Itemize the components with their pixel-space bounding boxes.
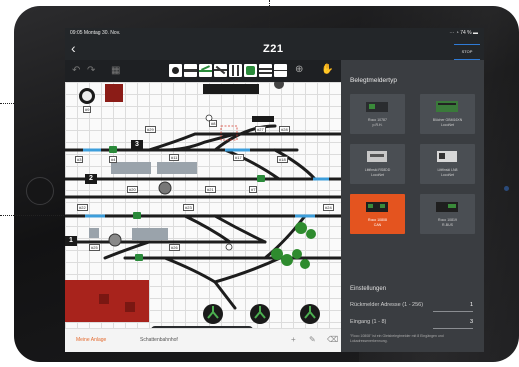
edit-pencil-icon[interactable]: ✎ (309, 335, 316, 344)
decoder-name: Roco 10808 CAN (368, 218, 387, 227)
undo-icon[interactable]: ↶ (72, 65, 80, 76)
decoder-name: Littfinski LN8 LocoNet (437, 168, 458, 177)
settings-title: Einstellungen (350, 286, 387, 292)
decoder-module-icon (436, 101, 458, 112)
decoder-name: Blücher GBM16XN LocoNet (432, 118, 463, 127)
address-underline (433, 311, 473, 312)
block-label: #17 (233, 154, 244, 161)
camera-dot (504, 186, 509, 191)
screen: 09:05 Montag 30. Nov. ⋯ ◔ 74 % ▬ ‹ Z21 S… (65, 28, 484, 352)
input-field[interactable]: 3 (470, 319, 473, 325)
properties-panel: Belegtmeldertyp Roco 10787 p.R.H. Blüche… (341, 60, 484, 352)
decoder-module-icon (436, 202, 458, 212)
callout-leader-lower-left (0, 215, 68, 216)
bottom-tab-bar: Meine Anlage Schattenbahnhof + ✎ ⌫ (65, 328, 341, 352)
address-label: Rückmelder Adresse (1 - 256) (350, 302, 424, 308)
decoder-option[interactable]: Roco 10787 p.R.H. (350, 94, 405, 134)
turnout-tile-icon[interactable] (259, 64, 272, 77)
app-logo: Z21 (263, 43, 284, 55)
panel-title: Belegtmeldertyp (350, 77, 397, 84)
block-label: #8 (209, 120, 218, 127)
block-label: #18 (277, 156, 288, 163)
callout-leader-upper-left (0, 103, 68, 104)
status-battery: ⋯ ◔ 74 % ▬ (449, 30, 478, 36)
callout-leader-top (269, 0, 270, 28)
block-label: #26 (169, 244, 180, 251)
tab-meine-anlage[interactable]: Meine Anlage (76, 337, 106, 343)
block-label: #25 (89, 244, 100, 251)
decoder-name: Littfinski RS8DD LocoNet (364, 168, 391, 177)
block-label: #3 (75, 156, 84, 163)
stop-button[interactable]: STOP (454, 44, 480, 60)
decoder-module-icon (367, 151, 387, 162)
block-label: #27 (255, 126, 266, 133)
track-plan-canvas[interactable]: 3 2 1 #3 #4 #11 #17 #18 #20 #21 #7 #22 #… (65, 82, 341, 328)
battery-percent: 74 % (460, 30, 472, 36)
decoder-module-icon (437, 151, 457, 162)
decoder-module-icon (366, 102, 388, 112)
stop-label: STOP (461, 49, 473, 54)
delete-icon[interactable]: ⌫ (327, 335, 338, 344)
track-number-2: 2 (85, 174, 97, 184)
block-label: #24 (323, 204, 334, 211)
block-label: #20 (127, 186, 138, 193)
block-label: #29 (145, 126, 156, 133)
block-label: #9 (83, 106, 92, 113)
status-bar: 09:05 Montag 30. Nov. ⋯ ◔ 74 % ▬ (65, 28, 484, 38)
bumper-tile-icon[interactable] (244, 64, 257, 77)
block-label: #21 (205, 186, 216, 193)
decoder-option-selected[interactable]: Roco 10808 CAN (350, 194, 405, 234)
block-label: #7 (249, 186, 258, 193)
track-number-3: 3 (131, 140, 143, 150)
status-time: 09:05 Montag 30. Nov. (70, 30, 121, 36)
input-underline (433, 328, 473, 329)
decoder-option[interactable]: Roco 10819 R-BUS (420, 194, 475, 234)
decoder-option[interactable]: Blücher GBM16XN LocoNet (420, 94, 475, 134)
back-chevron-icon[interactable]: ‹ (71, 41, 76, 55)
top-bar: ‹ Z21 STOP (65, 38, 484, 60)
block-label: #28 (279, 126, 290, 133)
decoder-name: Roco 10787 p.R.H. (368, 118, 387, 127)
block-label: #23 (183, 204, 194, 211)
signal-tile-icon[interactable] (229, 64, 242, 77)
input-label: Eingang (1 - 8) (350, 319, 387, 325)
block-label: #22 (77, 204, 88, 211)
track-number-1: 1 (65, 236, 77, 246)
decoder-module-icon (366, 202, 388, 212)
gear-tile-icon[interactable] (169, 64, 182, 77)
track-tile-icon[interactable] (184, 64, 197, 77)
tab-schattenbahnhof[interactable]: Schattenbahnhof (140, 337, 178, 343)
redo-icon[interactable]: ↷ (87, 65, 95, 76)
switch-tile-icon[interactable] (199, 64, 212, 77)
line-tile-icon[interactable] (274, 64, 287, 77)
decoder-name: Roco 10819 R-BUS (438, 218, 457, 227)
block-label: #11 (169, 154, 180, 161)
hand-tool-icon[interactable]: ✋ (321, 64, 333, 75)
address-field[interactable]: 1 (470, 302, 473, 308)
track-plan-svg (65, 82, 341, 324)
save-icon[interactable]: ▦ (111, 65, 120, 76)
home-button[interactable] (26, 177, 54, 205)
add-icon[interactable]: + (291, 335, 296, 344)
cross-tile-icon[interactable] (214, 64, 227, 77)
decoder-option[interactable]: Littfinski LN8 LocoNet (420, 144, 475, 184)
block-label: #4 (109, 156, 118, 163)
tile-palette (169, 64, 289, 78)
add-circle-icon[interactable]: ⊕ (295, 64, 303, 75)
edit-toolbar: ↶ ↷ ▦ ⊕ ✋ (65, 60, 341, 82)
decoder-note: "Roco 10808" ist ein Gleisbelegtmelder m… (350, 334, 444, 343)
decoder-option[interactable]: Littfinski RS8DD LocoNet (350, 144, 405, 184)
